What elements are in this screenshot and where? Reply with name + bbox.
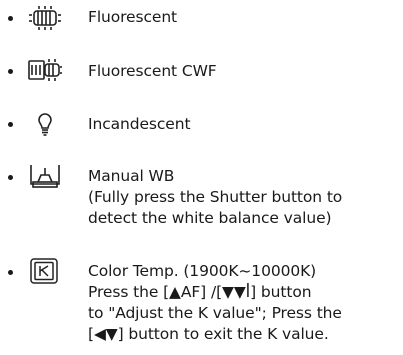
wb-option-label: Color Temp. (1900K~10000K)	[88, 262, 317, 280]
wb-option-description: (Fully press the Shutter button to	[88, 188, 343, 206]
wb-option-label: Fluorescent CWF	[88, 62, 217, 80]
wb-option-label: Fluorescent	[88, 8, 178, 26]
wb-option-description: [◀▼] button to exit the K value.	[88, 325, 329, 343]
bullet	[8, 16, 13, 21]
fluorescent-icon	[28, 5, 62, 31]
bullet	[8, 175, 13, 180]
bullet	[8, 69, 13, 74]
manual-wb-icon	[28, 163, 62, 189]
wb-option-label: Manual WB	[88, 167, 175, 185]
color-temp-k-icon	[28, 258, 62, 284]
wb-option-description: detect the white balance value)	[88, 209, 332, 227]
wb-option-description: Press the [▲AF] /[▼▼ꟾ] button	[88, 283, 312, 301]
incandescent-bulb-icon	[28, 110, 62, 136]
bullet	[8, 270, 13, 275]
bullet	[8, 122, 13, 127]
wb-option-label: Incandescent	[88, 115, 191, 133]
wb-option-description: to "Adjust the K value"; Press the	[88, 304, 342, 322]
fluorescent-cwf-icon	[28, 57, 62, 83]
